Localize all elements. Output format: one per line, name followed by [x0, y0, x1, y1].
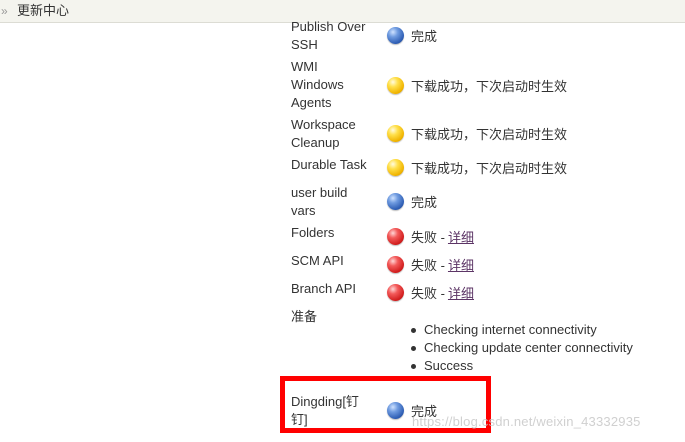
watermark-text: https://blog.csdn.net/weixin_43332935 — [412, 414, 641, 429]
status-text: 失败 - — [411, 257, 445, 273]
list-item: Checking internet connectivity — [409, 321, 633, 339]
plugin-name-durable-task: Durable Task — [291, 157, 367, 172]
plugin-name-scm-api: SCM API — [291, 253, 344, 268]
status-yellow-ball-icon — [387, 76, 404, 94]
details-link-scm-api[interactable]: 详细 — [448, 255, 474, 274]
prepare-label: 准备 — [291, 309, 318, 324]
status-text: 完成 — [411, 194, 438, 210]
status-yellow-ball-icon — [387, 124, 404, 142]
details-link-branch-api[interactable]: 详细 — [448, 283, 474, 302]
plugin-status-publish-over-ssh: 完成 — [387, 25, 437, 45]
plugin-name-wmi-windows-agents: WMI Windows Agents — [291, 59, 344, 110]
plugin-name-folders: Folders — [291, 225, 335, 240]
status-red-ball-icon — [387, 255, 404, 273]
plugin-name-branch-api: Branch API — [291, 281, 357, 296]
status-red-ball-icon — [387, 283, 404, 301]
plugin-status-workspace-cleanup: 下载成功，下次启动时生效 — [387, 123, 567, 143]
plugin-name-workspace-cleanup: Workspace Cleanup — [291, 117, 356, 150]
status-red-ball-icon — [387, 227, 404, 245]
status-blue-ball-icon — [387, 26, 404, 44]
plugin-status-wmi-windows-agents: 下载成功，下次启动时生效 — [387, 75, 567, 95]
status-yellow-ball-icon — [387, 158, 404, 176]
plugin-status-user-build-vars: 完成 — [387, 191, 437, 211]
breadcrumb-update-center[interactable]: 更新中心 — [17, 3, 69, 19]
list-item: Checking update center connectivity — [409, 339, 633, 357]
plugin-status-branch-api: 失败 - 详细 — [387, 282, 474, 302]
status-text: 下载成功，下次启动时生效 — [411, 78, 568, 94]
plugin-status-durable-task: 下载成功，下次启动时生效 — [387, 157, 567, 177]
breadcrumb-separator: » — [1, 4, 8, 18]
status-text: 失败 - — [411, 229, 445, 245]
status-text: 下载成功，下次启动时生效 — [411, 126, 568, 142]
status-blue-ball-icon — [387, 192, 404, 210]
status-text: 完成 — [411, 28, 438, 44]
status-text: 下载成功，下次启动时生效 — [411, 160, 568, 176]
plugin-status-folders: 失败 - 详细 — [387, 226, 474, 246]
status-text: 失败 - — [411, 285, 445, 301]
list-item: Success — [409, 357, 633, 375]
details-link-folders[interactable]: 详细 — [448, 227, 474, 246]
plugin-name-publish-over-ssh: Publish Over SSH — [291, 19, 366, 52]
plugin-status-scm-api: 失败 - 详细 — [387, 254, 474, 274]
plugin-name-user-build-vars: user build vars — [291, 185, 348, 218]
prepare-steps-list: Checking internet connectivity Checking … — [409, 321, 633, 375]
